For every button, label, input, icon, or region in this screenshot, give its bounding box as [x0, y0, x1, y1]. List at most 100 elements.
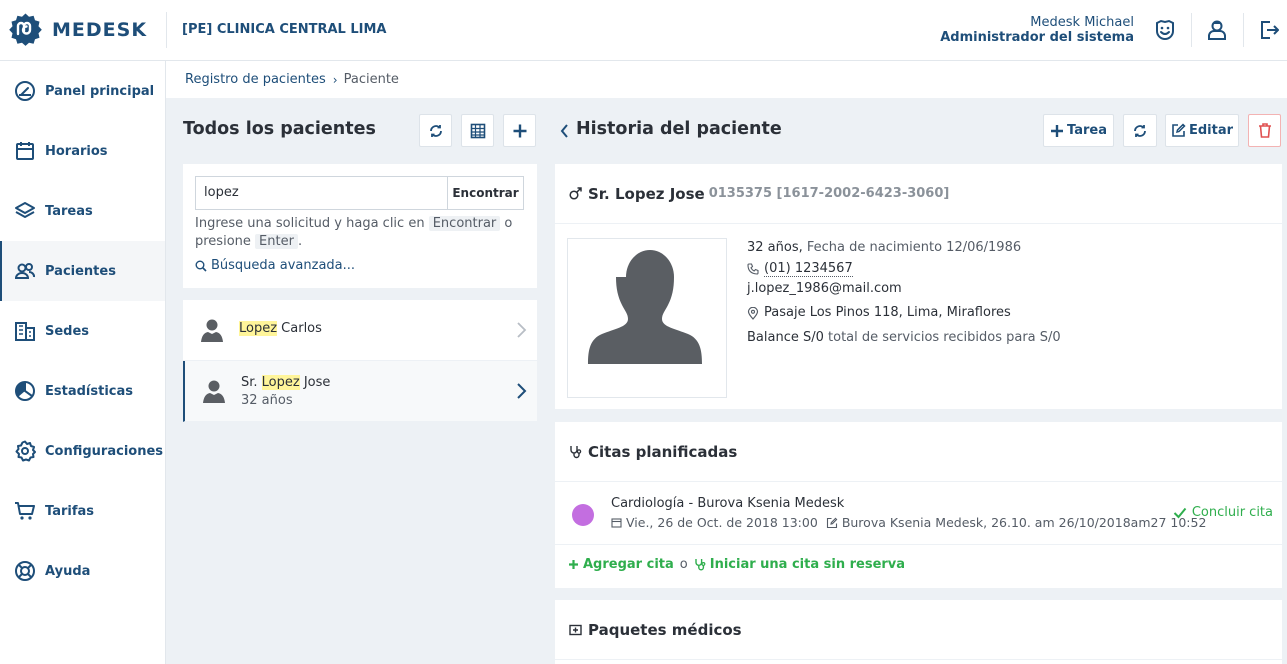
lifebuoy-icon [14, 560, 36, 582]
sidebar-item-label: Configuraciones [45, 443, 164, 459]
sidebar-item-estadisticas[interactable]: Estadísticas [0, 361, 165, 421]
cart-icon [14, 500, 36, 522]
refresh-button[interactable] [419, 114, 452, 147]
sidebar-item-sedes[interactable]: Sedes [0, 301, 165, 361]
patient-name: Lopez Carlos [239, 321, 322, 336]
plus-icon [569, 560, 578, 569]
medesk-logo[interactable]: MEDESK [7, 11, 147, 48]
patient-phone[interactable]: (01) 1234567 [764, 261, 853, 277]
building-icon [14, 320, 36, 342]
sidebar-item-label: Tarifas [45, 503, 94, 519]
chevron-right-icon [517, 383, 527, 399]
appointments-card: Citas planificadas Cardiología - Burova … [555, 422, 1282, 588]
stethoscope-icon [695, 559, 706, 571]
edit-icon [1172, 123, 1186, 137]
sidebar: Panel principal Horarios Tareas Paciente… [0, 61, 166, 664]
map-pin-icon [747, 306, 759, 320]
calendar-icon [14, 140, 36, 162]
patient-address-row: Pasaje Los Pinos 118, Lima, Miraflores [747, 301, 1061, 326]
refresh-button[interactable] [1123, 114, 1157, 147]
clinic-name[interactable]: [PE] CLINICA CENTRAL LIMA [182, 22, 387, 37]
breadcrumb-link[interactable]: Registro de pacientes [185, 72, 326, 87]
sidebar-item-tarifas[interactable]: Tarifas [0, 481, 165, 541]
sidebar-item-horarios[interactable]: Horarios [0, 121, 165, 181]
search-card: lopez Encontrar Ingrese una solicitud y … [183, 164, 537, 288]
appointment-row[interactable]: Cardiología - Burova Ksenia Medesk Vie.,… [555, 483, 1282, 545]
patients-panel-title: Todos los pacientes [183, 119, 376, 139]
avatar-icon [203, 380, 225, 403]
list-item[interactable]: Sr. Lopez Jose 32 años [183, 361, 537, 422]
search-hint-key: Enter [255, 234, 298, 249]
stethoscope-icon [570, 445, 582, 458]
list-item[interactable]: Lopez Carlos [183, 300, 537, 361]
appointment-meta: Vie., 26 de Oct. de 2018 13:00 Burova Ks… [611, 515, 1206, 530]
divider [1243, 13, 1244, 47]
sidebar-item-tareas[interactable]: Tareas [0, 181, 165, 241]
add-patient-button[interactable] [503, 114, 536, 147]
patient-phone-row: (01) 1234567 [747, 261, 1061, 277]
back-chevron-icon[interactable] [559, 123, 570, 139]
medical-kit-icon [569, 624, 582, 636]
add-task-button[interactable]: Tarea [1043, 114, 1114, 147]
walk-in-appointment-link[interactable]: Iniciar una cita sin reserva [694, 557, 905, 572]
refresh-icon [429, 124, 442, 137]
male-gender-icon [569, 187, 582, 200]
sidebar-item-pacientes[interactable]: Pacientes [0, 241, 165, 301]
patient-name-prefix: Sr. [241, 375, 262, 390]
search-input[interactable]: lopez [195, 176, 448, 210]
patient-balance: Balance S/0 [747, 329, 824, 345]
user-info[interactable]: Medesk Michael Administrador del sistema [940, 15, 1134, 45]
patient-email[interactable]: j.lopez_1986@mail.com [747, 277, 1061, 302]
services-total: total de servicios recibidos para S/0 [828, 329, 1061, 345]
conclude-appointment-button[interactable]: Concluir cita [1173, 505, 1273, 520]
avatar-placeholder-icon [588, 250, 702, 364]
brand-name: MEDESK [52, 18, 148, 41]
walk-in-appointment-label: Iniciar una cita sin reserva [709, 557, 906, 572]
patient-name-rest: Carlos [277, 321, 322, 336]
search-highlight: Lopez [239, 321, 278, 336]
layers-icon [14, 200, 36, 222]
add-appointment-link[interactable]: Agregar cita [568, 557, 674, 572]
medesk-logo-icon [9, 13, 42, 46]
user-icon[interactable] [1204, 17, 1230, 43]
dashboard-icon [14, 80, 36, 102]
sidebar-item-ayuda[interactable]: Ayuda [0, 541, 165, 601]
patient-details: 32 años, Fecha de nacimiento 12/06/1986 … [747, 236, 1061, 350]
logout-icon[interactable] [1256, 17, 1282, 43]
breadcrumb-current: Paciente [343, 72, 399, 87]
table-view-button[interactable] [461, 114, 494, 147]
patient-name: Sr. Lopez Jose [241, 375, 330, 390]
divider [1191, 13, 1192, 47]
add-task-label: Tarea [1067, 123, 1107, 138]
appointment-edited: Burova Ksenia Medesk, 26.10. am 26/10/20… [841, 515, 1207, 530]
patient-list: Lopez Carlos Sr. Lopez Jose 32 años [183, 300, 537, 422]
search-hint-text: Ingrese una solicitud y haga clic en [195, 216, 425, 231]
phone-icon [747, 262, 759, 275]
or-text: o [679, 557, 688, 572]
patient-photo[interactable] [567, 238, 727, 398]
birth-date: Fecha de nacimiento 12/06/1986 [806, 240, 1022, 255]
search-icon [195, 260, 207, 272]
appointment-actions: Agregar cita o Iniciar una cita sin rese… [568, 557, 905, 572]
pie-chart-icon [14, 380, 36, 402]
edit-button[interactable]: Editar [1165, 114, 1239, 147]
search-highlight: Lopez [261, 375, 300, 390]
patient-age: 32 años [241, 393, 293, 408]
plus-icon [1051, 124, 1064, 137]
delete-button[interactable] [1248, 114, 1281, 147]
check-icon [1173, 507, 1187, 518]
patient-name-rest: Jose [299, 375, 331, 390]
search-hint-key: Encontrar [428, 216, 501, 231]
advanced-search-link[interactable]: Búsqueda avanzada... [195, 258, 355, 273]
trash-icon [1258, 123, 1271, 138]
patient-age-row: 32 años, Fecha de nacimiento 12/06/1986 [747, 236, 1061, 261]
sidebar-item-panel-principal[interactable]: Panel principal [0, 61, 165, 121]
sidebar-item-label: Horarios [45, 143, 108, 159]
patient-id: 0135375 [1617-2002-6423-3060] [708, 186, 950, 201]
refresh-icon [1134, 124, 1146, 137]
search-button[interactable]: Encontrar [447, 176, 524, 210]
packages-card: Paquetes médicos [555, 600, 1282, 664]
sidebar-item-configuraciones[interactable]: Configuraciones [0, 421, 165, 481]
chevron-right-icon [517, 322, 527, 338]
smile-face-icon[interactable] [1152, 17, 1178, 43]
